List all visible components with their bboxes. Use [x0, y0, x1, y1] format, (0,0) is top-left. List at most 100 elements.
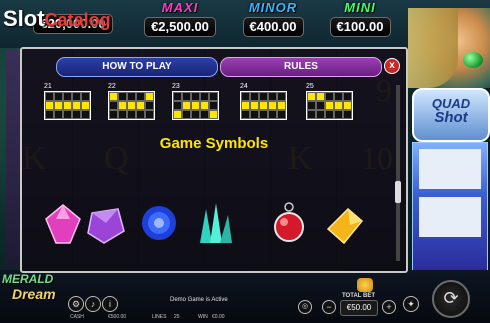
payline-cell [325, 101, 334, 110]
payline-cell [259, 110, 268, 119]
payline-cell [54, 101, 63, 110]
quad-reel-slot [419, 197, 481, 237]
symbol-row [40, 199, 396, 259]
payline-cell [250, 110, 259, 119]
payline-cell [145, 110, 154, 119]
payline-cell [316, 110, 325, 119]
yellow-gem-icon [320, 199, 366, 249]
payline-cell [307, 110, 316, 119]
payline-cell [136, 101, 145, 110]
watermark-part1: Slot [3, 6, 45, 31]
payline-cell [200, 92, 209, 101]
payline-grid [306, 91, 353, 120]
payline-cell [173, 110, 182, 119]
jackpot-maxi-amount: €2,500.00 [144, 17, 216, 37]
sound-icon[interactable]: ♪ [85, 296, 101, 312]
payline-cell [325, 92, 334, 101]
jackpot-maxi-title: MAXI [161, 0, 199, 15]
payline-cell [307, 101, 316, 110]
scrollbar-thumb[interactable] [395, 181, 401, 203]
payline-cell [145, 101, 154, 110]
red-pendant-icon [266, 199, 312, 249]
tab-rules[interactable]: RULES [220, 57, 382, 77]
payline-cell [109, 92, 118, 101]
payline-cell [45, 92, 54, 101]
jackpot-mini-title: MINI [344, 0, 376, 15]
payline-cell [316, 101, 325, 110]
payline-cell [72, 101, 81, 110]
payline-cell [145, 92, 154, 101]
payline-cell [173, 92, 182, 101]
scrollbar-track[interactable] [396, 85, 400, 261]
win-label: WIN [198, 314, 208, 320]
payline-cell [334, 101, 343, 110]
payline-cell [127, 110, 136, 119]
jackpot-minor-title: MINOR [248, 0, 298, 15]
payline-cell [136, 92, 145, 101]
payline-cell [343, 110, 352, 119]
settings-icon[interactable]: ⚙ [68, 296, 84, 312]
watermark-part2: Catalog [44, 10, 111, 30]
payline-cell [277, 110, 286, 119]
payline-cell [268, 92, 277, 101]
payline-cell [325, 110, 334, 119]
payline-cell [173, 101, 182, 110]
payline-cell [209, 92, 218, 101]
bet-increase-button[interactable]: + [382, 300, 396, 314]
info-icon[interactable]: i [102, 296, 118, 312]
tab-how-to-play[interactable]: HOW TO PLAY [56, 57, 218, 77]
payline-cell [63, 101, 72, 110]
quad-shot-logo: QUAD Shot [412, 88, 490, 142]
autoplay-icon[interactable]: ◎ [298, 300, 312, 314]
demo-status-text: Demo Game is Active [170, 297, 228, 303]
payline-cell [45, 110, 54, 119]
payline-grid [44, 91, 91, 120]
payline-cell [200, 101, 209, 110]
payline-grid [108, 91, 155, 120]
payline-cell [191, 110, 200, 119]
win-value: €0.00 [212, 314, 225, 320]
cash-value: €500.00 [108, 314, 127, 320]
lines-value: 25 [174, 314, 180, 320]
payline-cell [118, 92, 127, 101]
payline-cell [334, 110, 343, 119]
payline-grid [172, 91, 219, 120]
payline-cell [63, 110, 72, 119]
spin-button[interactable]: ⟳ [432, 280, 470, 318]
payline-cell [250, 101, 259, 110]
payline-cell [343, 101, 352, 110]
payline-cell [81, 110, 90, 119]
payline-cell [81, 92, 90, 101]
payline-cell [54, 92, 63, 101]
payline-cell [109, 110, 118, 119]
payline-cell [343, 92, 352, 101]
payline-cell [182, 110, 191, 119]
bet-decrease-button[interactable]: − [322, 300, 336, 314]
payline-cell [277, 92, 286, 101]
payline-cell [118, 110, 127, 119]
rules-panel: HOW TO PLAY RULES x 21 22 23 24 25 Game … [20, 47, 408, 273]
payline-item: 25 [306, 83, 353, 120]
payline-cell [241, 92, 250, 101]
logo-line2: Dream [12, 286, 56, 302]
payline-item: 22 [108, 83, 155, 120]
payline-cell [72, 110, 81, 119]
jackpot-minor-amount: €400.00 [242, 17, 304, 37]
lines-label: LINES [152, 314, 167, 320]
payline-number: 24 [240, 83, 248, 90]
pink-gem-icon [40, 199, 86, 249]
payline-cell [241, 101, 250, 110]
quad-reel-slot [419, 149, 481, 189]
max-bet-button[interactable]: ✦ [403, 296, 419, 312]
payline-cell [259, 101, 268, 110]
jackpot-minor: MINOR €400.00 [232, 0, 314, 44]
close-button[interactable]: x [384, 58, 400, 74]
payline-cell [191, 92, 200, 101]
payline-cell [241, 110, 250, 119]
payline-cell [136, 110, 145, 119]
payline-cell [209, 101, 218, 110]
jackpot-maxi: MAXI €2,500.00 [136, 0, 224, 44]
payline-cell [72, 92, 81, 101]
watermark: SlotCatalog [3, 6, 111, 32]
green-gem-icon [463, 52, 483, 68]
